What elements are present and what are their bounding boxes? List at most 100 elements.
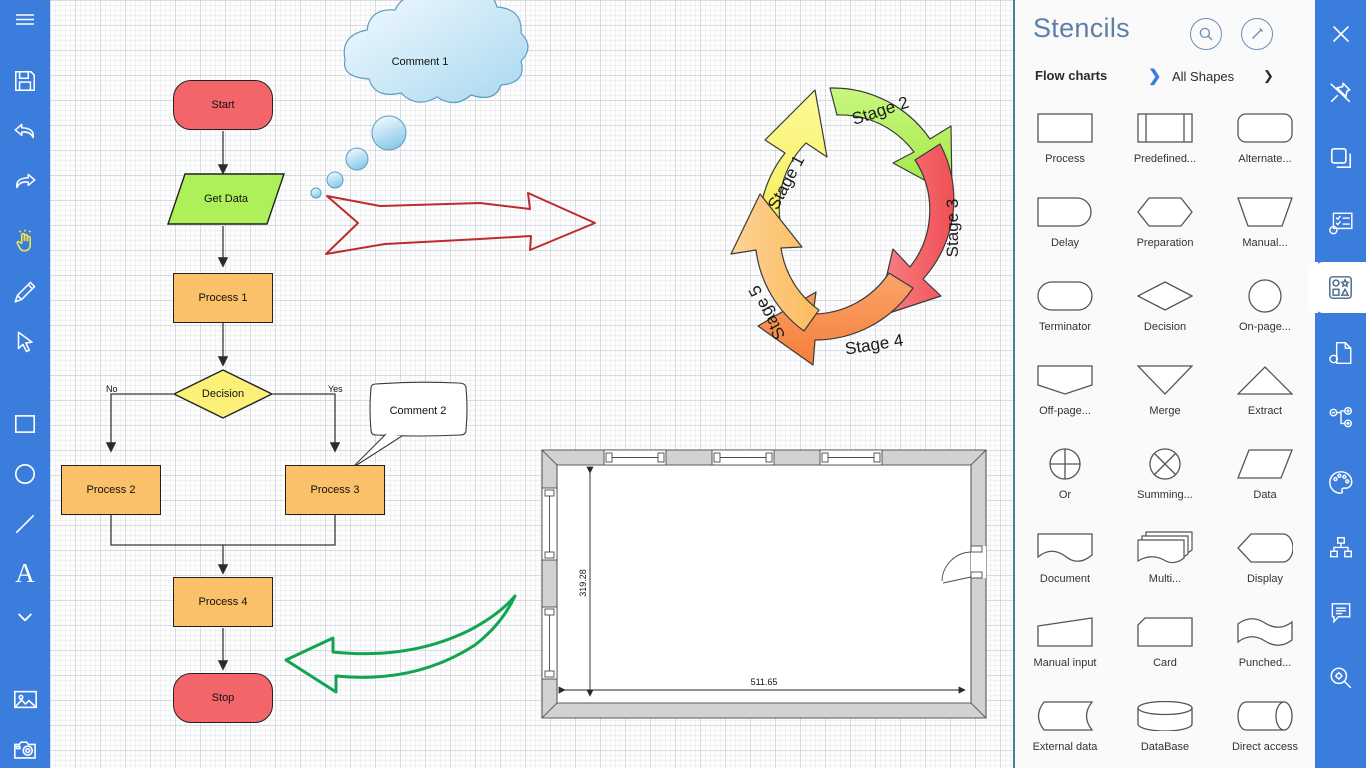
flow-node-start[interactable]: Start bbox=[173, 80, 273, 130]
stencil-item-merge[interactable]: Merge bbox=[1115, 352, 1215, 436]
dimension-horizontal-label: 511.65 bbox=[751, 677, 778, 687]
stencil-item-card[interactable]: Card bbox=[1115, 604, 1215, 688]
image-icon[interactable] bbox=[0, 680, 50, 718]
stencil-category-label[interactable]: Flow charts bbox=[1035, 68, 1107, 83]
flow-node-label: Process 3 bbox=[310, 484, 360, 496]
flow-node-get-data[interactable]: Get Data bbox=[167, 173, 285, 225]
search-icon[interactable] bbox=[1190, 18, 1222, 50]
stencil-label: Alternate... bbox=[1238, 153, 1292, 165]
stencil-label: Card bbox=[1153, 657, 1177, 669]
stencil-item-database[interactable]: DataBase bbox=[1115, 688, 1215, 768]
rectangle-icon[interactable] bbox=[0, 405, 50, 443]
stencils-panel: Stencils Flow charts ❯ All Shapes ❯ Proc… bbox=[1015, 0, 1315, 768]
menu-icon[interactable] bbox=[0, 0, 50, 38]
stencil-label: Multi... bbox=[1148, 573, 1182, 585]
chevron-down-icon[interactable] bbox=[0, 598, 50, 636]
stencil-item-or[interactable]: Or bbox=[1015, 436, 1115, 520]
hierarchy-icon[interactable] bbox=[1315, 392, 1366, 443]
stencil-label: Summing... bbox=[1137, 489, 1193, 501]
stencil-label: Punched... bbox=[1238, 657, 1292, 669]
stencil-item-decision[interactable]: Decision bbox=[1115, 268, 1215, 352]
flow-node-process-4[interactable]: Process 4 bbox=[173, 577, 273, 627]
close-icon[interactable] bbox=[1315, 8, 1366, 59]
thought-bubble-tiny bbox=[310, 187, 322, 199]
stencil-item-alternate-process[interactable]: Alternate... bbox=[1215, 100, 1315, 184]
comment-icon[interactable] bbox=[1315, 587, 1366, 638]
unpin-icon[interactable] bbox=[1315, 67, 1366, 118]
stencil-label: Direct access bbox=[1231, 741, 1299, 753]
stencil-item-off-page-reference[interactable]: Off-page... bbox=[1015, 352, 1115, 436]
text-icon[interactable]: A bbox=[0, 555, 50, 593]
stencil-item-display[interactable]: Display bbox=[1215, 520, 1315, 604]
database-shape bbox=[1134, 694, 1196, 738]
undo-icon[interactable] bbox=[0, 112, 50, 150]
flow-node-label: Start bbox=[211, 99, 235, 111]
diamond-shape bbox=[1134, 274, 1196, 318]
document-shape bbox=[1034, 526, 1096, 570]
stencil-item-preparation[interactable]: Preparation bbox=[1115, 184, 1215, 268]
cycle-segment-stage-3 bbox=[876, 143, 955, 318]
parallelogram-shape bbox=[1234, 442, 1296, 486]
pen-icon[interactable] bbox=[0, 273, 50, 311]
flow-node-decision[interactable]: Decision bbox=[173, 369, 273, 419]
multi-document-shape bbox=[1134, 526, 1196, 570]
stencil-item-manual-input[interactable]: Manual input bbox=[1015, 604, 1115, 688]
save-icon[interactable] bbox=[0, 62, 50, 100]
right-rail bbox=[1308, 0, 1366, 768]
flow-node-label: Stop bbox=[211, 692, 235, 704]
stencil-item-process[interactable]: Process bbox=[1015, 100, 1115, 184]
redo-icon[interactable] bbox=[0, 162, 50, 200]
stencil-label: Predefined... bbox=[1133, 153, 1197, 165]
stencil-label: Decision bbox=[1143, 321, 1187, 333]
stencil-item-direct-access[interactable]: Direct access bbox=[1215, 688, 1315, 768]
circle-shape bbox=[1234, 274, 1296, 318]
flow-node-process-3[interactable]: Process 3 bbox=[285, 465, 385, 515]
flow-node-process-2[interactable]: Process 2 bbox=[61, 465, 161, 515]
app-root: A Stage 1 Stage 2 Stage 3 Stage 4 Stage … bbox=[0, 0, 1366, 768]
chevron-right-icon[interactable]: ❯ bbox=[1148, 66, 1161, 86]
stencil-item-external-data[interactable]: External data bbox=[1015, 688, 1115, 768]
rounded-rect-shape bbox=[1234, 106, 1296, 150]
stencil-item-punched-tape[interactable]: Punched... bbox=[1215, 604, 1315, 688]
flow-node-label: Process 1 bbox=[198, 292, 248, 304]
stencil-label: Delay bbox=[1050, 237, 1080, 249]
zoom-icon[interactable] bbox=[1315, 652, 1366, 703]
chevron-down-icon[interactable]: ❯ bbox=[1263, 68, 1274, 84]
stencil-item-document[interactable]: Document bbox=[1015, 520, 1115, 604]
stencil-item-manual-operation[interactable]: Manual... bbox=[1215, 184, 1315, 268]
flow-node-stop[interactable]: Stop bbox=[173, 673, 273, 723]
pencil-circle-icon[interactable] bbox=[1241, 18, 1273, 50]
stencil-label: Extract bbox=[1247, 405, 1283, 417]
flow-node-process-1[interactable]: Process 1 bbox=[173, 273, 273, 323]
trapezoid-down-shape bbox=[1234, 190, 1296, 234]
flow-node-label: Get Data bbox=[203, 193, 249, 205]
stencil-label: Or bbox=[1058, 489, 1072, 501]
layers-icon[interactable] bbox=[1315, 132, 1366, 183]
stencil-item-extract[interactable]: Extract bbox=[1215, 352, 1315, 436]
camera-icon[interactable] bbox=[0, 730, 50, 768]
stencil-item-delay[interactable]: Delay bbox=[1015, 184, 1115, 268]
stencil-item-multi-document[interactable]: Multi... bbox=[1115, 520, 1215, 604]
stencil-item-on-page-reference[interactable]: On-page... bbox=[1215, 268, 1315, 352]
predefined-process-shape bbox=[1134, 106, 1196, 150]
stencil-label: Preparation bbox=[1136, 237, 1194, 249]
hand-pointer-icon[interactable] bbox=[0, 223, 50, 261]
palette-icon[interactable] bbox=[1315, 457, 1366, 508]
ellipse-icon[interactable] bbox=[0, 455, 50, 493]
stencil-item-summing-junction[interactable]: Summing... bbox=[1115, 436, 1215, 520]
stencil-filter-label[interactable]: All Shapes bbox=[1172, 69, 1234, 84]
stencil-item-data[interactable]: Data bbox=[1215, 436, 1315, 520]
stencil-item-predefined-process[interactable]: Predefined... bbox=[1115, 100, 1215, 184]
cursor-arrow-icon[interactable] bbox=[0, 323, 50, 361]
line-icon[interactable] bbox=[0, 505, 50, 543]
door bbox=[941, 545, 986, 584]
drawing-canvas[interactable]: Stage 1 Stage 2 Stage 3 Stage 4 Stage 5 bbox=[50, 0, 1015, 768]
shapes-icon[interactable] bbox=[1308, 262, 1366, 313]
stencil-item-terminator[interactable]: Terminator bbox=[1015, 268, 1115, 352]
properties-icon[interactable] bbox=[1315, 197, 1366, 248]
document-settings-icon[interactable] bbox=[1315, 327, 1366, 378]
comment-1-text: Comment 1 bbox=[391, 56, 449, 68]
stencil-label: External data bbox=[1032, 741, 1098, 753]
circle-cross-shape bbox=[1134, 442, 1196, 486]
org-chart-icon[interactable] bbox=[1315, 522, 1366, 573]
